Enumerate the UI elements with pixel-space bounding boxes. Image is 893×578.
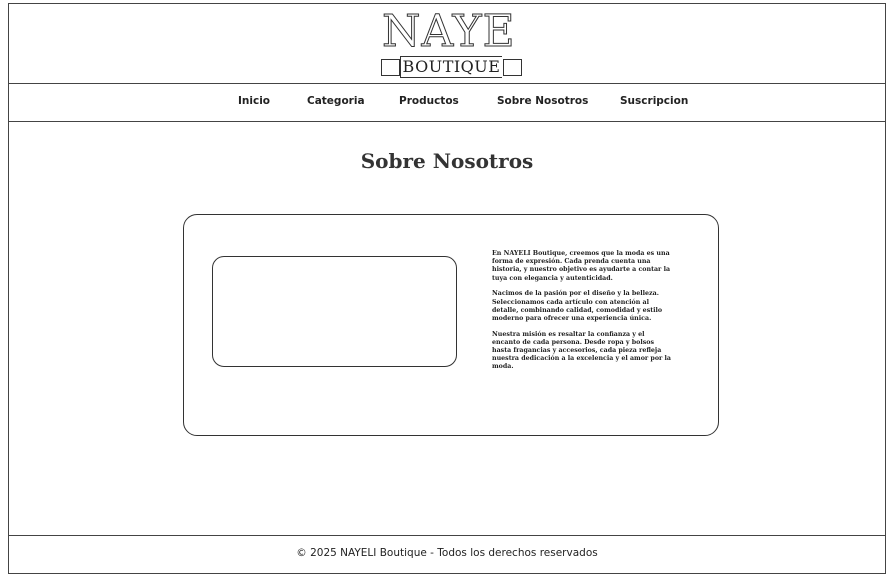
about-paragraph-2: Nacimos de la pasión por el diseño y la … [492,290,663,322]
page-frame: NAYE BOUTIQUE Inicio Categoria Productos… [8,3,886,574]
logo-sub-text: BOUTIQUE [400,56,502,78]
brand-logo[interactable]: NAYE BOUTIQUE [372,6,522,80]
nav-item-inicio[interactable]: Inicio [238,95,270,107]
about-paragraph-3: Nuestra misión es resaltar la confianza … [492,330,672,371]
about-card: En NAYELI Boutique, creemos que la moda … [183,214,719,436]
logo-left-box [381,59,400,76]
main-navigation: Inicio Categoria Productos Sobre Nosotro… [9,84,885,122]
footer-copyright: © 2025 NAYELI Boutique - Todos los derec… [296,547,598,559]
logo-sub-row: BOUTIQUE [372,56,522,78]
nav-item-suscripcion[interactable]: Suscripcion [620,95,688,107]
about-text: En NAYELI Boutique, creemos que la moda … [492,250,672,379]
logo-main-text: NAYE [382,6,516,57]
page-title: Sobre Nosotros [360,149,534,173]
nav-item-categoria[interactable]: Categoria [307,95,365,107]
nav-item-sobre-nosotros[interactable]: Sobre Nosotros [497,95,588,107]
site-footer: © 2025 NAYELI Boutique - Todos los derec… [9,535,885,573]
logo-right-box [503,59,522,76]
about-paragraph-1: En NAYELI Boutique, creemos que la moda … [492,250,671,282]
about-image-placeholder [212,256,457,367]
site-header: NAYE BOUTIQUE [9,4,885,84]
nav-item-productos[interactable]: Productos [399,95,459,107]
